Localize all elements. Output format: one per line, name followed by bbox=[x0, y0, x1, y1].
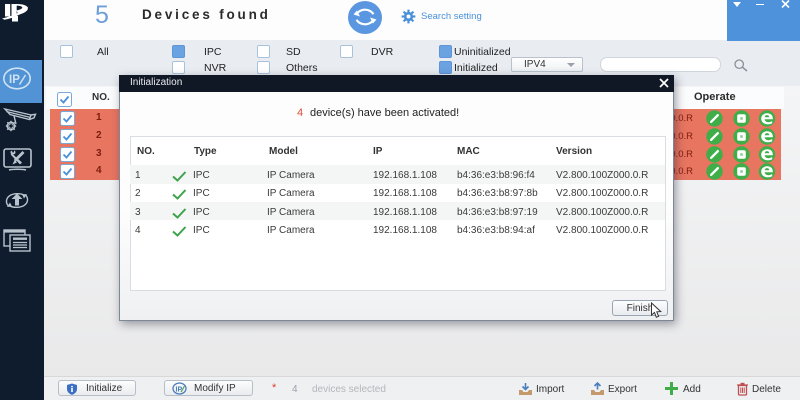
svg-text:IP: IP bbox=[176, 387, 183, 394]
svg-text:IP: IP bbox=[9, 74, 20, 86]
